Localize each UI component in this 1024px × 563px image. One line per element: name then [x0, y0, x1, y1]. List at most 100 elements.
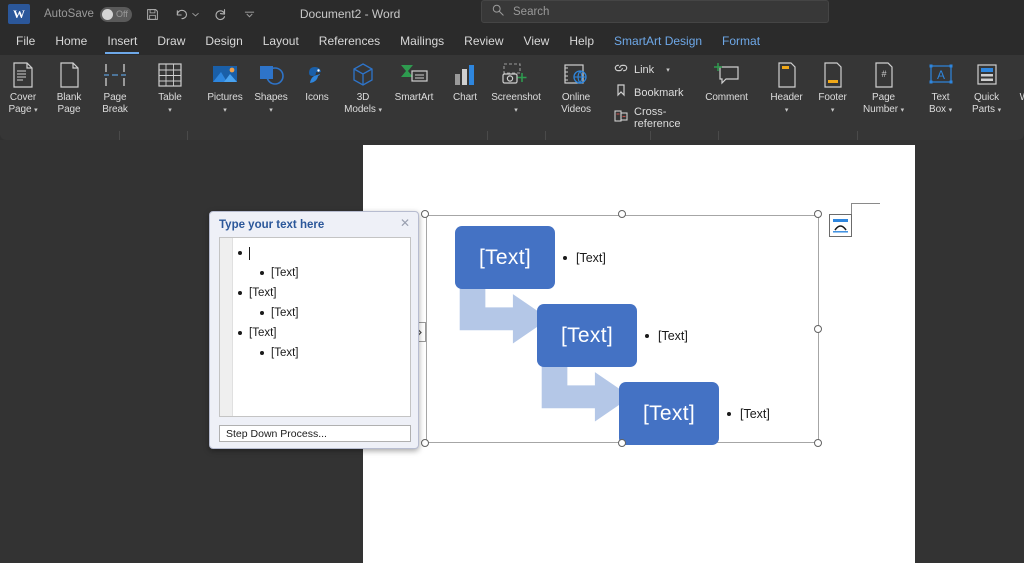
quick-parts-icon: [975, 60, 999, 90]
link-button[interactable]: Link ▾: [608, 61, 690, 79]
footer-button[interactable]: Footer ▾: [810, 55, 856, 124]
search-icon: [492, 4, 504, 19]
tab-draw[interactable]: Draw: [147, 30, 195, 53]
text-pane-item-3[interactable]: [Text]: [238, 283, 406, 303]
smartart-graphic[interactable]: [Text] [Text] [Text] [Text] [Text] [Text…: [412, 210, 822, 447]
undo-icon[interactable]: [174, 5, 190, 23]
smartart-bullet-3[interactable]: [Text]: [727, 407, 770, 421]
tab-insert[interactable]: Insert: [97, 30, 147, 54]
header-button[interactable]: Header ▾: [764, 55, 810, 124]
bullet-dot-icon: [727, 412, 731, 416]
page-number-label: Page Number ▾: [862, 92, 905, 115]
smartart-text-pane[interactable]: Type your text here ✕ [Text] [Text] [Tex…: [209, 211, 419, 449]
text-pane-item-4[interactable]: [Text]: [238, 303, 406, 323]
screenshot-icon: [500, 60, 532, 90]
text-box-label: Text Box ▾: [929, 92, 953, 115]
smartart-bullet-2[interactable]: [Text]: [645, 329, 688, 343]
bookmark-button[interactable]: Bookmark: [608, 83, 690, 102]
autosave-toggle[interactable]: Off: [99, 6, 132, 22]
tab-file[interactable]: File: [6, 30, 45, 53]
autosave-state-label: Off: [116, 9, 128, 19]
text-pane-item-1[interactable]: [238, 243, 406, 263]
text-pane-gutter: [220, 238, 233, 416]
page-break-button[interactable]: Page Break: [92, 55, 138, 124]
tab-layout[interactable]: Layout: [253, 30, 309, 53]
comment-label: Comment: [705, 92, 748, 103]
online-videos-icon: [562, 60, 590, 90]
text-pane-item-5[interactable]: [Text]: [238, 323, 406, 343]
tab-design[interactable]: Design: [195, 30, 252, 53]
tab-home[interactable]: Home: [45, 30, 97, 53]
smartart-node-3[interactable]: [Text]: [619, 382, 719, 445]
tab-references[interactable]: References: [309, 30, 390, 53]
tab-mailings[interactable]: Mailings: [390, 30, 454, 53]
layout-options-button[interactable]: [829, 214, 852, 237]
page-break-icon: [102, 60, 128, 90]
tab-help[interactable]: Help: [559, 30, 604, 53]
word-application-window: W AutoSave Off Document2 - Word Search F…: [0, 0, 1024, 563]
tab-review[interactable]: Review: [454, 30, 513, 53]
icons-button[interactable]: Icons: [294, 55, 340, 124]
screenshot-button[interactable]: Screenshot ▾: [488, 55, 544, 124]
smartart-node-1[interactable]: [Text]: [455, 226, 555, 289]
save-icon[interactable]: [145, 5, 161, 23]
smartart-bullet-1-label: [Text]: [576, 251, 606, 265]
smartart-label: SmartArt: [394, 92, 434, 103]
bullet-dot-icon: [260, 271, 264, 275]
search-box[interactable]: Search: [481, 0, 829, 23]
blank-page-button[interactable]: Blank Page: [46, 55, 92, 124]
ribbon-group-text: A TextBox ▾ QuickParts ▾ WordArt▾: [918, 55, 1024, 124]
bullet-dot-icon: [238, 331, 242, 335]
shapes-button[interactable]: Shapes ▾: [248, 55, 294, 124]
search-placeholder: Search: [513, 5, 550, 18]
pictures-button[interactable]: Pictures ▾: [202, 55, 248, 124]
online-videos-label: Online Videos: [561, 92, 591, 115]
chart-button[interactable]: Chart: [442, 55, 488, 124]
title-bar: W AutoSave Off Document2 - Word Search: [0, 0, 1024, 28]
resize-handle-top-right[interactable]: [814, 210, 822, 218]
ribbon-group-links: Link ▾ Bookmark Cross-reference: [608, 55, 690, 130]
cross-reference-button[interactable]: Cross-reference: [608, 106, 690, 130]
text-pane-item-2[interactable]: [Text]: [238, 263, 406, 283]
close-icon[interactable]: ✕: [398, 217, 412, 231]
bookmark-icon: [614, 83, 628, 102]
tab-smartart-design[interactable]: SmartArt Design: [604, 30, 712, 53]
wordart-button[interactable]: WordArt▾: [1010, 55, 1024, 124]
cover-page-icon: [12, 60, 34, 90]
table-button[interactable]: Table ▾: [144, 55, 196, 124]
resize-handle-bottom-left[interactable]: [421, 439, 429, 447]
customize-quick-access-icon[interactable]: [242, 5, 258, 23]
tab-view[interactable]: View: [514, 30, 560, 53]
chevron-down-icon[interactable]: ▾: [666, 66, 670, 74]
resize-handle-bottom-center[interactable]: [618, 439, 626, 447]
page-number-button[interactable]: # Page Number ▾: [856, 55, 912, 124]
resize-handle-middle-right[interactable]: [814, 325, 822, 333]
quick-parts-button[interactable]: Quick Parts ▾: [964, 55, 1010, 124]
smartart-bullet-1[interactable]: [Text]: [563, 251, 606, 265]
smartart-button[interactable]: SmartArt: [386, 55, 442, 124]
tab-format[interactable]: Format: [712, 30, 770, 53]
redo-icon[interactable]: [213, 5, 229, 23]
autosave-label: AutoSave: [44, 8, 94, 20]
quick-parts-label: Quick Parts ▾: [972, 92, 1001, 115]
layout-options-anchor-line: [852, 203, 880, 204]
comment-button[interactable]: Comment: [696, 55, 758, 124]
text-pane-item-6[interactable]: [Text]: [238, 343, 406, 363]
resize-handle-bottom-right[interactable]: [814, 439, 822, 447]
smartart-node-2[interactable]: [Text]: [537, 304, 637, 367]
resize-handle-top-center[interactable]: [618, 210, 626, 218]
bullet-dot-icon: [238, 251, 242, 255]
online-videos-button[interactable]: Online Videos: [550, 55, 602, 124]
autosave-toggle-knob: [101, 8, 113, 20]
text-box-button[interactable]: A Text Box ▾: [918, 55, 964, 124]
undo-dropdown-caret-icon[interactable]: [192, 5, 200, 23]
ribbon-group-media: Online Videos: [550, 55, 602, 124]
text-pane-editor[interactable]: [Text] [Text] [Text] [Text] [Text]: [219, 237, 411, 417]
cover-page-button[interactable]: Cover Page ▾: [0, 55, 46, 124]
3d-models-button[interactable]: 3D Models ▾: [340, 55, 386, 124]
cross-reference-label: Cross-reference: [634, 106, 681, 130]
bullet-dot-icon: [238, 291, 242, 295]
bookmark-label: Bookmark: [634, 86, 684, 99]
resize-handle-top-left[interactable]: [421, 210, 429, 218]
document-title: Document2 - Word: [299, 7, 401, 21]
